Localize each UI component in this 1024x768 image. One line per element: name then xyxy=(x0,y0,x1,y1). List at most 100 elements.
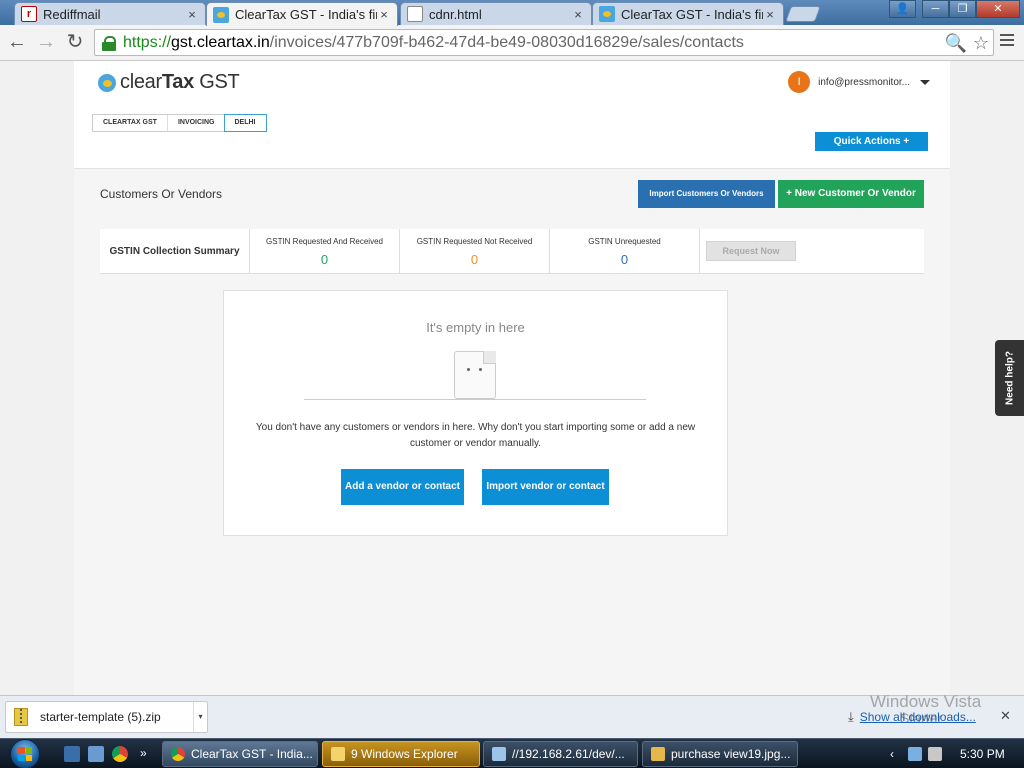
close-tab-icon[interactable]: × xyxy=(763,7,777,22)
back-icon[interactable]: ← xyxy=(5,31,29,55)
bookmark-star-icon[interactable]: ☆ xyxy=(973,33,989,54)
import-customers-button[interactable]: Import Customers Or Vendors xyxy=(638,180,775,208)
window-icon xyxy=(492,747,506,761)
show-all-downloads-link[interactable]: Show all downloads... xyxy=(860,710,976,724)
download-icon: ⤓ xyxy=(848,709,854,724)
window-controls: 👤 ─ ❐ ✕ xyxy=(889,0,1020,18)
clock[interactable]: 5:30 PM xyxy=(960,747,1005,761)
show-all-downloads[interactable]: ⤓ Show all downloads... xyxy=(848,709,976,725)
quick-actions-button[interactable]: Quick Actions + xyxy=(815,132,928,151)
tab-title: cdnr.html xyxy=(429,6,482,22)
zoom-icon[interactable]: 🔍 xyxy=(944,33,966,54)
url-scheme: https:// xyxy=(123,33,172,51)
windows-taskbar: » ClearTax GST - India... 9 Windows Expl… xyxy=(0,738,1024,768)
tab-cleartax-2[interactable]: ClearTax GST - India's first × xyxy=(592,2,784,25)
tab-cleartax-active[interactable]: ClearTax GST - India's first × xyxy=(206,2,398,26)
breadcrumb: CLEARTAX GST INVOICING DELHI xyxy=(92,114,267,132)
tab-title: ClearTax GST - India's first xyxy=(621,6,763,22)
add-vendor-button[interactable]: Add a vendor or contact xyxy=(341,469,464,505)
show-desktop-icon[interactable] xyxy=(64,746,80,762)
close-window-button[interactable]: ✕ xyxy=(976,0,1020,18)
summary-requested-received: GSTIN Requested And Received 0 xyxy=(250,229,400,273)
download-filename: starter-template (5).zip xyxy=(40,710,161,724)
app-header: clear Tax GST I info@pressmonitor... CLEA… xyxy=(74,61,950,169)
more-quicklaunch-icon[interactable]: » xyxy=(140,746,152,762)
lock-icon xyxy=(101,35,117,51)
taskbar-windows-explorer[interactable]: 9 Windows Explorer xyxy=(322,741,480,767)
tab-rediffmail[interactable]: r Rediffmail × xyxy=(14,2,206,25)
empty-state-message: You don't have any customers or vendors … xyxy=(255,422,696,449)
logo-text-suffix: GST xyxy=(193,71,240,93)
tab-title: ClearTax GST - India's first xyxy=(235,7,377,22)
summary-requested-not-received: GSTIN Requested Not Received 0 xyxy=(400,229,550,273)
empty-document-icon xyxy=(304,351,646,401)
download-menu-caret[interactable]: ▾ xyxy=(193,702,207,732)
cleartax-logo-icon xyxy=(98,73,116,92)
gstin-collection-summary: GSTIN Collection Summary GSTIN Requested… xyxy=(100,229,924,274)
forward-icon[interactable]: → xyxy=(34,31,58,55)
breadcrumb-invoicing[interactable]: INVOICING xyxy=(166,115,225,131)
user-icon[interactable]: 👤 xyxy=(889,0,916,18)
cleartax-logo[interactable]: clear Tax GST xyxy=(98,71,240,94)
close-tab-icon[interactable]: × xyxy=(571,7,585,22)
cleartax-favicon xyxy=(599,6,615,22)
watermark-line-1: Windows Vista xyxy=(870,692,982,711)
summary-unrequested: GSTIN Unrequested 0 xyxy=(550,229,700,273)
summary-caption: GSTIN Requested And Received xyxy=(266,237,383,246)
logo-text-plain: clear xyxy=(120,71,162,93)
tab-cdnr[interactable]: cdnr.html × xyxy=(400,2,592,25)
taskbar-network-path[interactable]: //192.168.2.61/dev/... xyxy=(483,741,638,767)
reload-icon[interactable]: ↻ xyxy=(63,31,87,55)
import-vendor-button[interactable]: Import vendor or contact xyxy=(482,469,609,505)
chrome-quicklaunch-icon[interactable] xyxy=(112,746,128,762)
app-container: clear Tax GST I info@pressmonitor... CLEA… xyxy=(74,61,950,695)
summary-action: Request Now xyxy=(700,229,924,273)
url-host: gst.cleartax.in xyxy=(171,33,270,51)
summary-value: 0 xyxy=(470,252,479,267)
close-tab-icon[interactable]: × xyxy=(377,7,391,22)
page-title: Customers Or Vendors xyxy=(100,187,223,201)
summary-value: 0 xyxy=(320,252,329,267)
user-email: info@pressmonitor... xyxy=(818,76,910,88)
start-button[interactable] xyxy=(6,739,46,768)
network-icon[interactable] xyxy=(908,747,922,761)
user-menu[interactable]: I info@pressmonitor... xyxy=(788,71,930,93)
image-icon xyxy=(651,747,665,761)
browser-menu-icon[interactable] xyxy=(1000,34,1014,48)
taskbar-label: ClearTax GST - India... xyxy=(191,747,313,761)
window-switcher-icon[interactable] xyxy=(88,746,104,762)
breadcrumb-delhi[interactable]: DELHI xyxy=(223,114,267,132)
taskbar-label: purchase view19.jpg... xyxy=(671,747,791,761)
show-hidden-icons[interactable]: ‹ xyxy=(890,747,894,761)
need-help-label: Need help? xyxy=(1004,351,1015,405)
cleartax-favicon xyxy=(213,6,229,23)
rediffmail-favicon: r xyxy=(21,6,37,22)
maximize-button[interactable]: ❐ xyxy=(949,0,976,18)
breadcrumb-cleartax-gst[interactable]: CLEARTAX GST xyxy=(93,115,167,131)
summary-value: 0 xyxy=(620,252,629,267)
download-item[interactable]: starter-template (5).zip ▾ xyxy=(5,701,208,733)
taskbar-chrome[interactable]: ClearTax GST - India... xyxy=(162,741,318,767)
address-bar[interactable]: https:// gst.cleartax.in /invoices/477b7… xyxy=(94,29,994,56)
system-tray: ‹ 5:30 PM xyxy=(890,739,1005,768)
logo-text-bold: Tax xyxy=(161,71,194,93)
page-viewport: clear Tax GST I info@pressmonitor... CLEA… xyxy=(0,61,1024,695)
zip-file-icon xyxy=(14,708,28,726)
minimize-button[interactable]: ─ xyxy=(922,0,949,18)
avatar: I xyxy=(788,71,811,93)
folder-icon xyxy=(331,747,345,761)
chevron-down-icon xyxy=(920,79,930,85)
volume-muted-icon[interactable] xyxy=(928,747,942,761)
close-tab-icon[interactable]: × xyxy=(185,7,199,22)
url-path: /invoices/477b709f-b462-47d4-be49-08030d… xyxy=(269,33,744,51)
new-customer-button[interactable]: + New Customer Or Vendor xyxy=(778,180,924,208)
taskbar-image-viewer[interactable]: purchase view19.jpg... xyxy=(642,741,798,767)
empty-state-title: It's empty in here xyxy=(426,320,525,335)
request-now-button[interactable]: Request Now xyxy=(706,241,796,261)
tab-title: Rediffmail xyxy=(43,6,101,22)
taskbar-label: 9 Windows Explorer xyxy=(351,747,458,761)
need-help-tab[interactable]: Need help? xyxy=(995,340,1024,416)
new-tab-button[interactable] xyxy=(785,6,821,22)
taskbar-label: //192.168.2.61/dev/... xyxy=(512,747,625,761)
close-download-bar-icon[interactable]: ✕ xyxy=(1000,708,1011,724)
